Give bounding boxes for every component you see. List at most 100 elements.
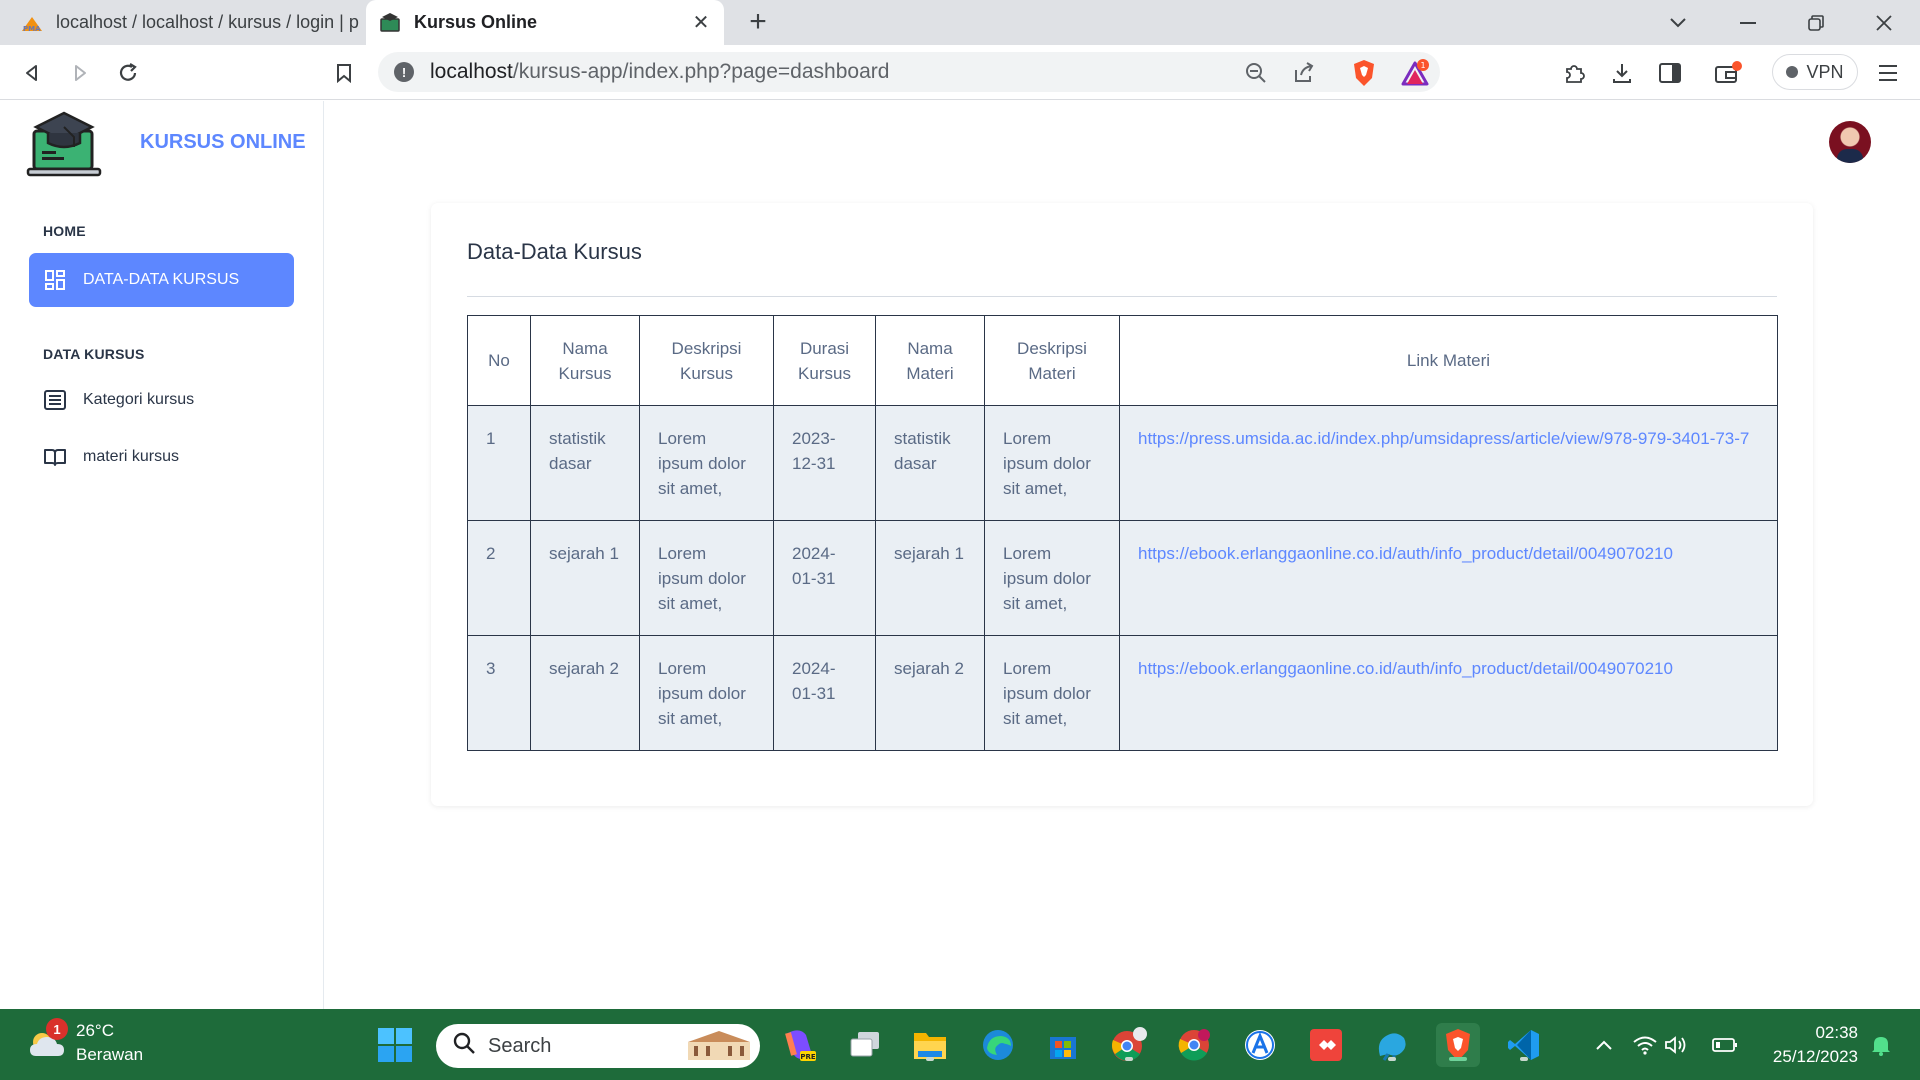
weather-badge: 1: [46, 1018, 68, 1040]
cell-no: 3: [467, 635, 531, 751]
volume-icon[interactable]: [1662, 1023, 1692, 1067]
forward-icon[interactable]: [64, 57, 96, 89]
cell-no: 2: [467, 520, 531, 636]
search-label: Search: [488, 1034, 552, 1057]
back-icon[interactable]: [16, 57, 48, 89]
menu-icon[interactable]: [1872, 57, 1904, 89]
table-header-row: No Nama Kursus Deskripsi Kursus Durasi K…: [467, 315, 1778, 406]
column-header: Link Materi: [1119, 315, 1778, 406]
table-row: 3 sejarah 2 Lorem ipsum dolor sit amet, …: [467, 635, 1778, 751]
clock-time: 02:38: [1815, 1023, 1858, 1042]
taskbar: 1 26°C Berawan Search PRE 02:38 25/12/20…: [0, 1009, 1920, 1080]
copilot-icon[interactable]: PRE: [778, 1023, 822, 1067]
chevron-up-icon[interactable]: [1582, 1023, 1626, 1067]
link-materi[interactable]: https://ebook.erlanggaonline.co.id/auth/…: [1138, 544, 1673, 563]
chrome-profile-icon[interactable]: [1172, 1023, 1216, 1067]
taskbar-search[interactable]: Search: [436, 1024, 760, 1068]
cell-deskripsi-kursus: Lorem ipsum dolor sit amet,: [639, 405, 774, 521]
sidebar-item-kategori-kursus[interactable]: Kategori kursus: [29, 373, 294, 427]
edge-icon[interactable]: [976, 1023, 1020, 1067]
cell-deskripsi-materi: Lorem ipsum dolor sit amet,: [984, 635, 1120, 751]
search-icon: [452, 1031, 476, 1061]
brave-wallet-icon[interactable]: [1712, 57, 1744, 89]
column-header: No: [467, 315, 531, 406]
brand-name[interactable]: KURSUS ONLINE: [140, 131, 306, 154]
courses-card: Data-Data Kursus No Nama Kursus Deskrips…: [431, 203, 1813, 806]
system-clock[interactable]: 02:38 25/12/2023: [1758, 1021, 1858, 1069]
cell-link: https://press.umsida.ac.id/index.php/ums…: [1119, 405, 1778, 521]
column-header: Nama Materi: [875, 315, 985, 406]
extensions-icon[interactable]: [1558, 57, 1590, 89]
mysql-workbench-icon[interactable]: [1370, 1023, 1414, 1067]
close-window-button[interactable]: [1854, 0, 1914, 45]
tab-label: localhost / localhost / kursus / login |…: [56, 12, 359, 32]
column-header: Deskripsi Materi: [984, 315, 1120, 406]
cell-deskripsi-kursus: Lorem ipsum dolor sit amet,: [639, 520, 774, 636]
cell-nama-materi: sejarah 2: [875, 635, 985, 751]
bookmark-icon[interactable]: [328, 57, 360, 89]
new-tab-button[interactable]: +: [742, 5, 774, 38]
link-materi[interactable]: https://ebook.erlanggaonline.co.id/auth/…: [1138, 659, 1673, 678]
cell-deskripsi-materi: Lorem ipsum dolor sit amet,: [984, 405, 1120, 521]
browser-toolbar: ! localhost/kursus-app/index.php?page=da…: [0, 45, 1920, 100]
clock-date: 25/12/2023: [1772, 1047, 1858, 1066]
reload-icon[interactable]: [112, 57, 144, 89]
tab-label: Kursus Online: [414, 12, 538, 32]
cloudy-weather-icon: 1: [26, 1018, 68, 1064]
cell-nama-kursus: sejarah 1: [530, 520, 640, 636]
share-icon[interactable]: [1288, 57, 1320, 89]
battery-icon[interactable]: [1710, 1023, 1740, 1067]
app-a-icon[interactable]: [1238, 1023, 1282, 1067]
file-explorer-icon[interactable]: [908, 1023, 952, 1067]
chrome-icon[interactable]: [1107, 1023, 1151, 1067]
tab-kursus-online[interactable]: Kursus Online ✕: [366, 0, 724, 45]
user-avatar[interactable]: [1829, 121, 1871, 163]
cell-durasi: 2024-01-31: [773, 520, 876, 636]
ms-store-icon[interactable]: [1041, 1023, 1085, 1067]
tab-search-icon[interactable]: [1648, 0, 1708, 45]
restore-button[interactable]: [1786, 0, 1846, 45]
weather-desc: Berawan: [76, 1045, 144, 1064]
vscode-icon[interactable]: [1502, 1023, 1546, 1067]
address-bar[interactable]: ! localhost/kursus-app/index.php?page=da…: [378, 52, 1440, 92]
wifi-icon[interactable]: [1630, 1023, 1660, 1067]
brave-rewards-icon[interactable]: 1: [1400, 57, 1432, 89]
url-text: localhost/kursus-app/index.php?page=dash…: [430, 60, 890, 83]
notification-bell-icon[interactable]: [1866, 1023, 1896, 1067]
graduation-laptop-icon: [378, 11, 402, 35]
download-icon[interactable]: [1606, 57, 1638, 89]
svg-text:1: 1: [1420, 61, 1425, 70]
link-materi[interactable]: https://press.umsida.ac.id/index.php/ums…: [1138, 429, 1749, 448]
list-icon: [43, 388, 67, 412]
tab-phpmyadmin[interactable]: PMA localhost / localhost / kursus / log…: [14, 0, 364, 45]
sidebar-item-label: DATA-DATA KURSUS: [83, 271, 240, 288]
svg-text:PMA: PMA: [23, 25, 41, 33]
sidebar-toggle-icon[interactable]: [1654, 57, 1686, 89]
task-view-icon[interactable]: [843, 1023, 887, 1067]
vpn-label: VPN: [1806, 61, 1844, 82]
sidebar-item-materi-kursus[interactable]: materi kursus: [29, 430, 294, 484]
cell-nama-kursus: sejarah 2: [530, 635, 640, 751]
dashboard-icon: [43, 268, 67, 292]
tab-strip: PMA localhost / localhost / kursus / log…: [0, 0, 1920, 45]
sidebar-item-label: Kategori kursus: [83, 391, 195, 408]
zoom-out-icon[interactable]: [1240, 57, 1272, 89]
minimize-button[interactable]: [1718, 0, 1778, 45]
brave-shields-icon[interactable]: [1348, 57, 1380, 89]
close-tab-icon[interactable]: ✕: [688, 10, 714, 36]
phpmyadmin-icon: PMA: [20, 11, 44, 35]
vpn-button[interactable]: VPN: [1772, 54, 1858, 90]
windows-start-icon[interactable]: [373, 1023, 417, 1067]
weather-widget[interactable]: 1 26°C Berawan: [26, 1018, 144, 1067]
cell-link: https://ebook.erlanggaonline.co.id/auth/…: [1119, 635, 1778, 751]
graduation-laptop-icon: [26, 107, 102, 188]
column-header: Durasi Kursus: [773, 315, 876, 406]
brave-browser-icon[interactable]: [1436, 1023, 1480, 1067]
divider: [467, 296, 1777, 297]
column-header: Deskripsi Kursus: [639, 315, 774, 406]
sidebar-item-data-kursus[interactable]: DATA-DATA KURSUS: [29, 253, 294, 307]
anydesk-icon[interactable]: [1304, 1023, 1348, 1067]
cell-nama-materi: statistik dasar: [875, 405, 985, 521]
brand-logo[interactable]: [26, 107, 102, 188]
site-info-icon[interactable]: !: [394, 62, 414, 82]
